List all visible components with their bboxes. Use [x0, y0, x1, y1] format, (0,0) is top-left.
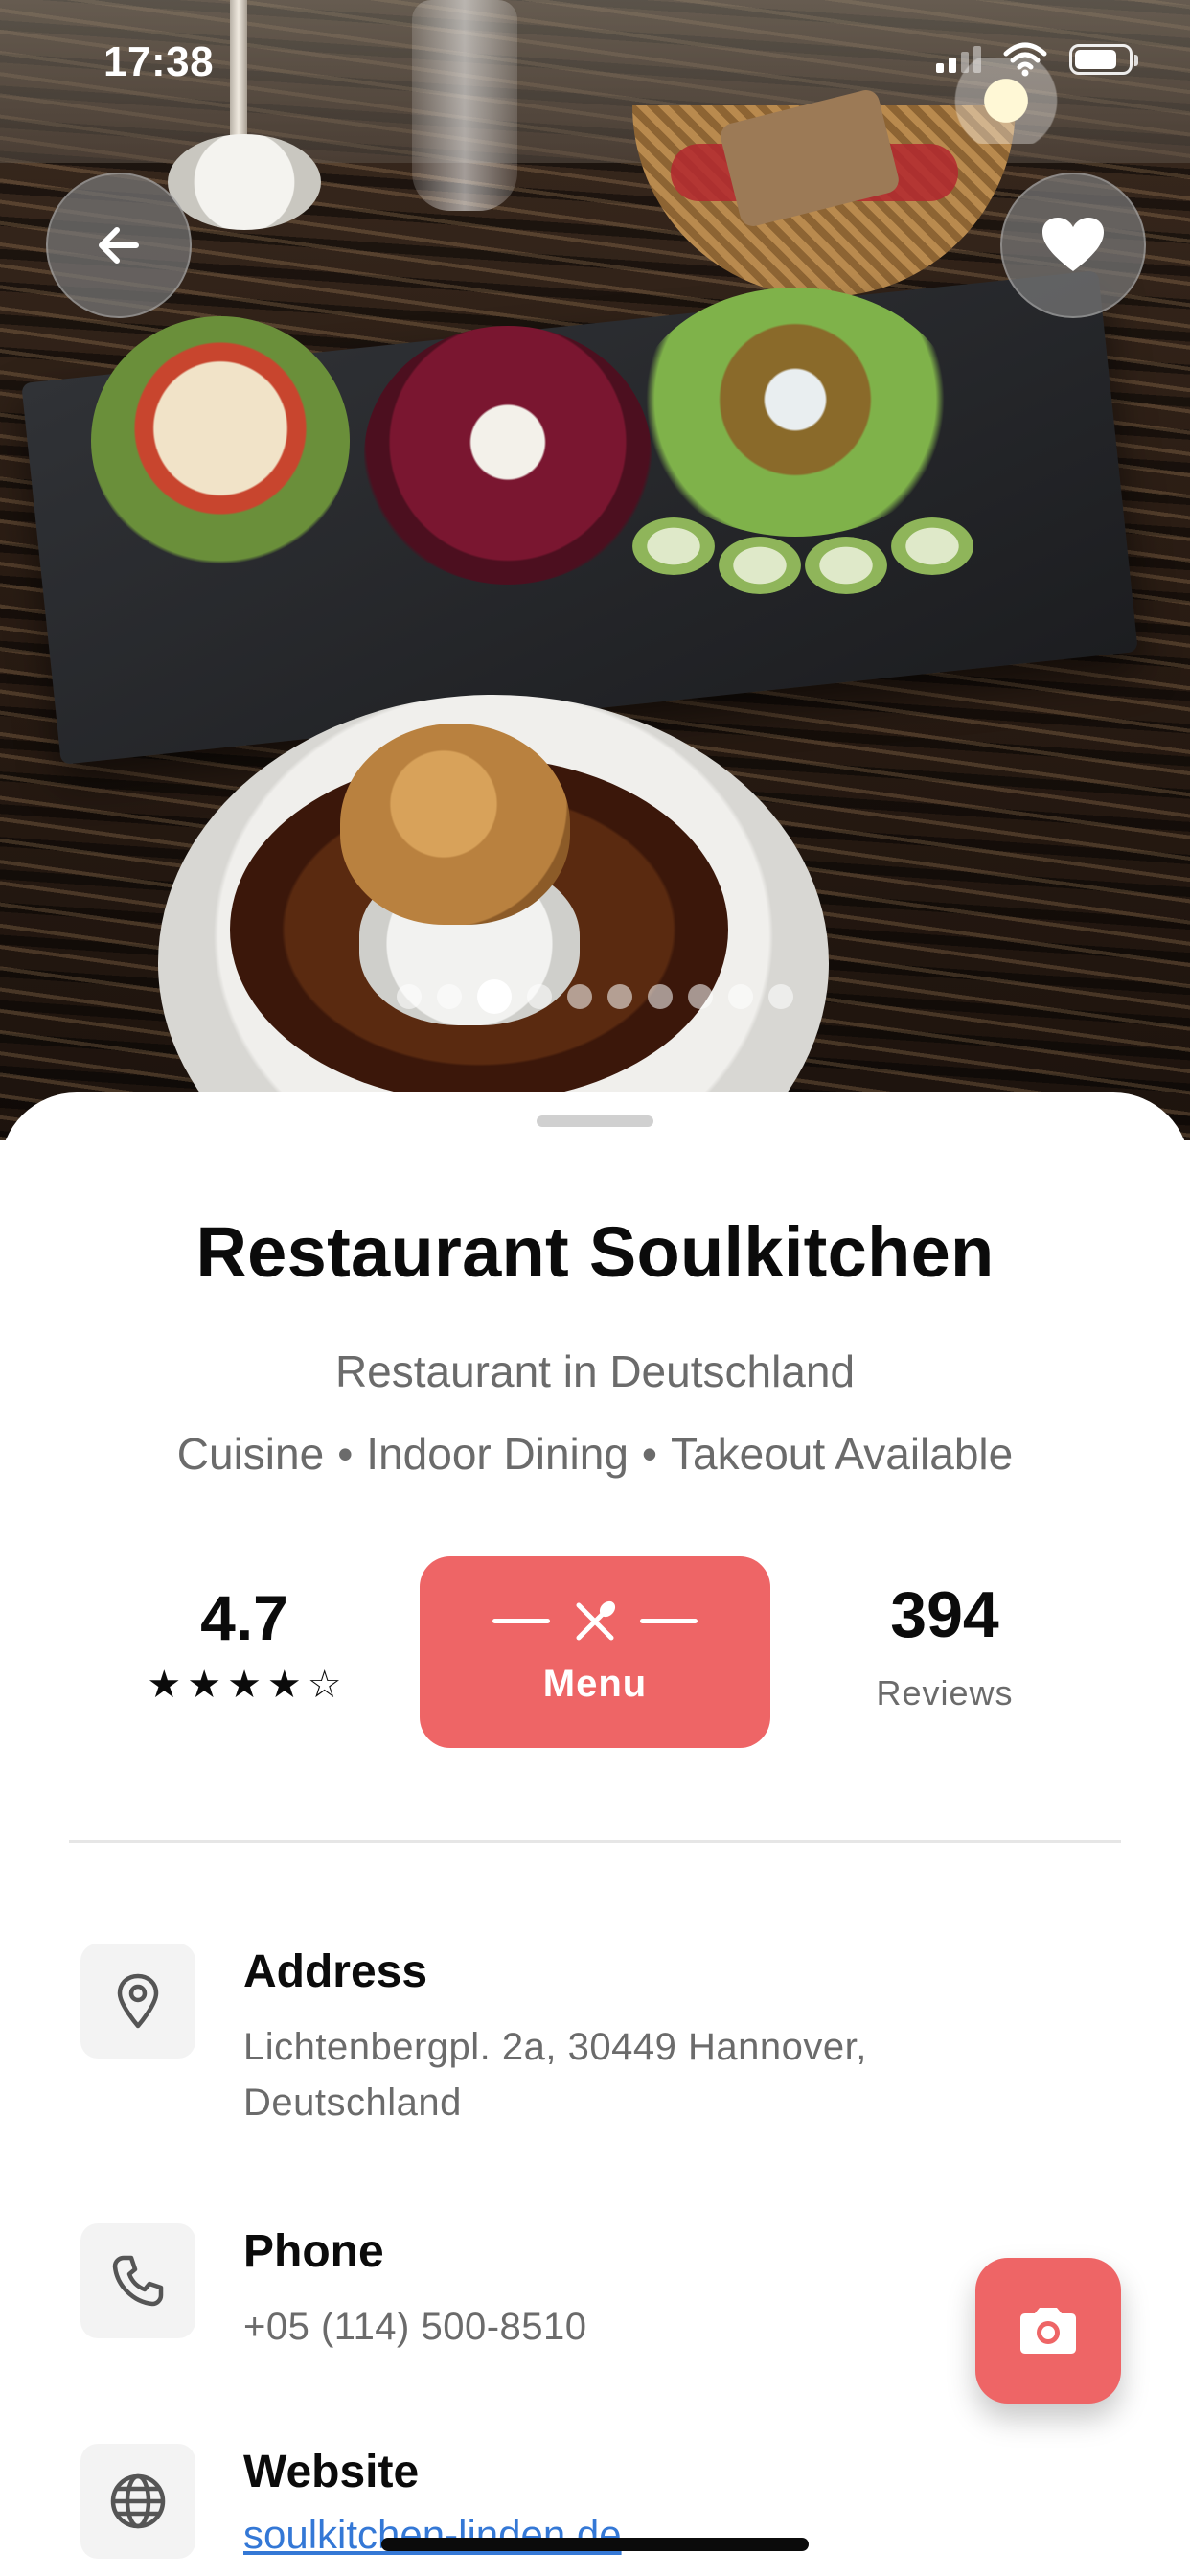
- address-icon-tile: [80, 1944, 195, 2058]
- menu-icon-line-left: [492, 1619, 550, 1623]
- reviews-count: 394: [890, 1578, 999, 1651]
- rating-stars: ★ ★ ★ ★ ☆: [115, 1666, 374, 1704]
- hero-photo[interactable]: [0, 0, 1190, 1140]
- star-filled-icon: ★: [147, 1664, 182, 1706]
- cucumber-slice: [719, 537, 801, 594]
- menu-button[interactable]: Menu: [420, 1556, 770, 1748]
- back-button[interactable]: [46, 172, 192, 318]
- arrow-left-icon: [99, 227, 139, 264]
- food-starter-3: [632, 288, 958, 537]
- carousel-dot[interactable]: [397, 984, 422, 1009]
- carousel-dot[interactable]: [437, 984, 462, 1009]
- menu-icon-line-right: [640, 1619, 698, 1623]
- details-sheet: Restaurant Soulkitchen Restaurant in Deu…: [0, 1092, 1190, 2576]
- location-pin-icon: [117, 1973, 159, 2029]
- home-indicator[interactable]: [381, 2538, 809, 2551]
- carousel-dot[interactable]: [567, 984, 592, 1009]
- phone-text: Phone +05 (114) 500-8510: [243, 2223, 1029, 2355]
- star-filled-icon: ★: [266, 1664, 302, 1706]
- carousel-dot[interactable]: [688, 984, 713, 1009]
- phone-row[interactable]: Phone +05 (114) 500-8510: [80, 2223, 1029, 2355]
- reviews-label: Reviews: [876, 1673, 1014, 1713]
- tag-takeout: Takeout Available: [671, 1429, 1014, 1479]
- dumpling: [340, 724, 570, 925]
- address-row[interactable]: Address Lichtenbergpl. 2a, 30449 Hannove…: [80, 1944, 1029, 2130]
- food-starter-2: [364, 326, 652, 585]
- wifi-icon: [1003, 42, 1047, 77]
- website-icon-tile: [80, 2444, 195, 2559]
- address-heading: Address: [243, 1946, 428, 1997]
- star-filled-icon: ★: [227, 1664, 262, 1706]
- phone-icon: [112, 2255, 164, 2307]
- carousel-dot[interactable]: [768, 984, 793, 1009]
- candle-base: [168, 134, 321, 230]
- tag-indoor-dining: Indoor Dining: [366, 1429, 629, 1479]
- cellular-signal-icon: [936, 46, 981, 73]
- website-heading: Website: [243, 2447, 420, 2497]
- tag-separator: •: [337, 1429, 354, 1479]
- phone-value: +05 (114) 500-8510: [243, 2306, 587, 2348]
- tag-separator: •: [641, 1429, 658, 1479]
- restaurant-tags: Cuisine • Indoor Dining • Takeout Available: [0, 1428, 1190, 1480]
- menu-icon-row: [492, 1599, 698, 1644]
- menu-label: Menu: [542, 1662, 648, 1705]
- sheet-grabber[interactable]: [537, 1116, 653, 1127]
- divider: [69, 1840, 1121, 1843]
- tag-cuisine: Cuisine: [176, 1429, 325, 1479]
- camera-icon: [1020, 2308, 1076, 2354]
- status-icons: [936, 42, 1138, 77]
- rating-value: 4.7: [200, 1582, 288, 1653]
- carousel-pagination[interactable]: [0, 979, 1190, 1014]
- phone-icon-tile: [80, 2223, 195, 2338]
- rating-block: 4.7 ★ ★ ★ ★ ☆: [115, 1581, 374, 1704]
- address-text: Address Lichtenbergpl. 2a, 30449 Hannove…: [243, 1944, 1029, 2130]
- heart-icon: [1042, 218, 1104, 271]
- battery-level: [1075, 50, 1116, 69]
- address-value: Lichtenbergpl. 2a, 30449 Hannover, Deuts…: [243, 2026, 867, 2124]
- cucumber-slice: [805, 537, 887, 594]
- restaurant-name: Restaurant Soulkitchen: [195, 1212, 995, 1292]
- cucumber-slice: [632, 518, 715, 575]
- cucumber-slice: [891, 518, 973, 575]
- star-filled-icon: ★: [187, 1664, 222, 1706]
- carousel-dot[interactable]: [527, 984, 552, 1009]
- carousel-dot[interactable]: [607, 984, 632, 1009]
- carousel-dot-active[interactable]: [477, 979, 512, 1014]
- status-time: 17:38: [103, 38, 215, 85]
- phone-heading: Phone: [243, 2226, 384, 2277]
- favorite-button[interactable]: [1000, 172, 1146, 318]
- food-starter-1: [91, 316, 350, 565]
- reviews-block[interactable]: 394 Reviews: [830, 1577, 1060, 1714]
- battery-icon: [1069, 44, 1138, 75]
- globe-icon: [110, 2473, 166, 2529]
- star-empty-icon: ☆: [307, 1664, 342, 1706]
- carousel-dot[interactable]: [648, 984, 673, 1009]
- carousel-dot[interactable]: [728, 984, 753, 1009]
- fork-knife-icon: [576, 1600, 616, 1640]
- restaurant-subtitle: Restaurant in Deutschland: [334, 1346, 856, 1396]
- glass-bottle: [412, 0, 517, 211]
- camera-button[interactable]: [975, 2258, 1121, 2404]
